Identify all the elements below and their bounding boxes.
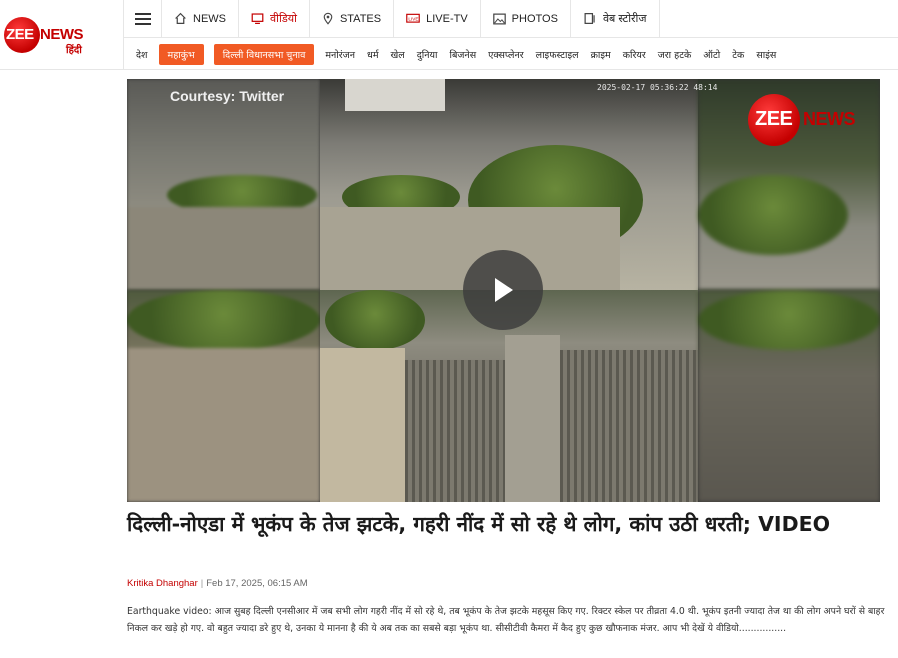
publish-date: Feb 17, 2025, 06:15 AM [206,578,308,589]
topnav-item-photos[interactable]: PHOTOS [481,0,571,37]
subnav-item-manoranjan[interactable]: मनोरंजन [319,48,361,61]
author-link[interactable]: Kritika Dhanghar [127,578,198,589]
site-logo[interactable]: ZEE NEWS हिंदी [0,0,124,70]
web-stories-icon [584,13,595,24]
subnav-pill-delhi-election[interactable]: दिल्ली विधानसभा चुनाव [213,43,315,65]
topnav-label: NEWS [193,12,226,25]
meta-separator: | [200,578,204,589]
location-pin-icon [323,12,333,25]
home-icon [175,12,186,24]
top-navigation: NEWS वीडियो STATES LIVE LIVE-TV PHOTOS व… [124,0,898,38]
subnav-item-business[interactable]: बिजनेस [443,48,482,61]
topnav-item-live-tv[interactable]: LIVE LIVE-TV [394,0,481,37]
topnav-item-states[interactable]: STATES [310,0,395,37]
hamburger-menu-icon[interactable] [124,0,162,37]
topnav-item-web-stories[interactable]: वेब स्टोरीज [571,0,660,37]
video-timestamp: 2025-02-17 05:36:22 48:14 [597,83,718,92]
subnav-item-lifestyle[interactable]: लाइफस्टाइल [530,48,585,61]
subnav-pill-mahakumbh[interactable]: महाकुंभ [158,43,204,65]
video-frame-panel [127,290,320,502]
watermark-zee: ZEE [755,108,793,130]
subnav-item-explainer[interactable]: एक्सप्लेनर [482,48,530,61]
topnav-item-video[interactable]: वीडियो [239,0,310,37]
monitor-icon [251,13,264,24]
topnav-label: वेब स्टोरीज [602,13,647,25]
subnav-item-desh[interactable]: देश [130,48,154,61]
topnav-label: LIVE-TV [426,12,468,25]
article-meta: Kritika Dhanghar | Feb 17, 2025, 06:15 AM [127,578,308,589]
site-header: ZEE NEWS हिंदी NEWS वीडियो STATES LIVE L… [0,0,898,70]
article-headline: दिल्ली-नोएडा में भूकंप के तेज झटके, गहरी… [127,512,831,536]
topnav-item-news[interactable]: NEWS [162,0,239,37]
photo-icon [492,13,506,24]
topnav-label: STATES [339,12,382,25]
subnav-item-career[interactable]: करियर [617,48,652,61]
logo-brand-zee: ZEE [6,26,34,43]
topnav-label: PHOTOS [511,12,558,25]
video-frame-panel [698,290,880,502]
logo-brand-news: NEWS [40,26,84,43]
video-courtesy-label: Courtesy: Twitter [170,88,285,104]
subnav-item-science[interactable]: साइंस [750,48,782,61]
play-icon[interactable] [495,278,513,302]
subnav-item-crime[interactable]: क्राइम [585,48,617,61]
article-excerpt: Earthquake video: आज सुबह दिल्ली एनसीआर … [127,606,885,634]
category-navigation: देश महाकुंभ दिल्ली विधानसभा चुनाव मनोरंज… [124,39,898,69]
topnav-label: वीडियो [270,13,297,25]
subnav-item-auto[interactable]: ऑटो [697,48,726,61]
subnav-item-khel[interactable]: खेल [385,48,411,61]
video-frame-panel [127,79,320,290]
subnav-item-zara-hatke[interactable]: जरा हटके [652,48,698,61]
watermark-news: NEWS [803,109,856,129]
live-tv-icon: LIVE [406,13,420,23]
video-player[interactable]: Courtesy: Twitter 2025-02-17 05:36:22 48… [127,79,880,502]
svg-text:LIVE: LIVE [408,16,418,21]
subnav-item-dharm[interactable]: धर्म [361,48,385,61]
logo-subtitle: हिंदी [66,45,82,56]
subnav-item-duniya[interactable]: दुनिया [411,48,444,61]
subnav-item-tech[interactable]: टेक [726,48,750,61]
